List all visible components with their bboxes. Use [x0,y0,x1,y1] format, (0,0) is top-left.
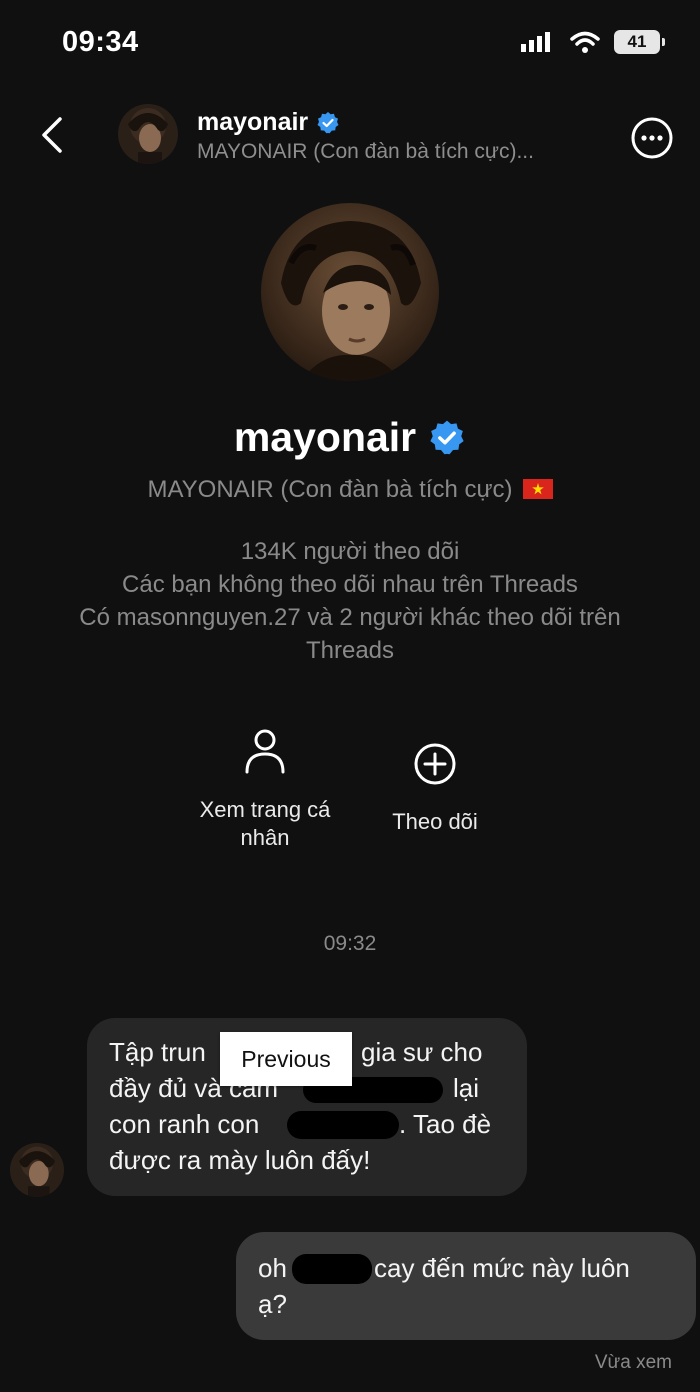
view-profile-label: Xem trang cá nhân [199,797,331,850]
avatar-image [10,1143,64,1197]
incoming-line-2b: lại [453,1073,480,1103]
followers-count: 134K người theo dõi [240,538,460,565]
incoming-line-3a: con ranh con [109,1109,260,1139]
outgoing-part-1: oh [258,1253,287,1283]
mutual-status: Các bạn không theo dõi nhau trên Threads [122,571,578,598]
verified-badge-icon [430,420,464,454]
view-profile-button[interactable]: Xem trang cá nhân [195,728,335,852]
header-username: mayonair [197,108,309,136]
avatar-image [261,203,439,381]
battery-indicator: 41 [614,30,665,54]
more-horizontal-icon [631,117,673,159]
redaction-mark [292,1254,372,1284]
more-options-button[interactable] [630,116,674,160]
incoming-line-1a: Tập trun [109,1037,206,1067]
vietnam-flag-icon [522,479,553,499]
status-time: 09:34 [62,26,139,58]
outgoing-message-text: oh cay đến mức này luôn ạ? [258,1250,678,1322]
followed-by: Có masonnguyen.27 và 2 người khác theo d… [79,604,621,664]
chevron-left-icon [42,117,62,153]
follow-label: Theo dõi [392,809,478,834]
incoming-line-3b: . Tao đè [399,1109,492,1139]
verified-badge-icon [317,111,339,133]
person-icon [245,729,285,774]
header-avatar[interactable] [118,104,178,164]
previous-tooltip[interactable]: Previous [220,1032,352,1086]
profile-full-name-row: MAYONAIR (Con đàn bà tích cực) [0,476,700,504]
profile-username-row: mayonair [0,414,700,461]
message-timestamp: 09:32 [323,932,377,955]
follow-button[interactable]: Theo dõi [370,742,500,836]
incoming-line-1b: gia sư cho [361,1037,483,1067]
cellular-signal-icon [521,32,550,52]
back-button[interactable] [38,112,72,158]
sender-avatar[interactable] [10,1143,64,1197]
redaction-mark [287,1111,399,1139]
profile-info: 134K người theo dõi Các bạn không theo d… [40,535,660,667]
profile-username: mayonair [233,414,417,460]
add-circle-icon [414,743,456,785]
header-subtitle: MAYONAIR (Con đàn bà tích cực)... [197,140,534,163]
avatar-image [118,104,178,164]
profile-full-name: MAYONAIR (Con đàn bà tích cực) [147,476,513,503]
incoming-line-4: được ra mày luôn đấy! [109,1145,371,1175]
outgoing-part-2: cay đến mức này luôn [374,1253,630,1283]
header-username-row[interactable]: mayonair [197,108,340,137]
status-icons: 41 [520,30,665,54]
wifi-icon [570,31,600,53]
seen-status: Vừa xem [594,1352,672,1373]
outgoing-line-2: ạ? [258,1289,287,1319]
profile-avatar[interactable] [261,203,439,381]
